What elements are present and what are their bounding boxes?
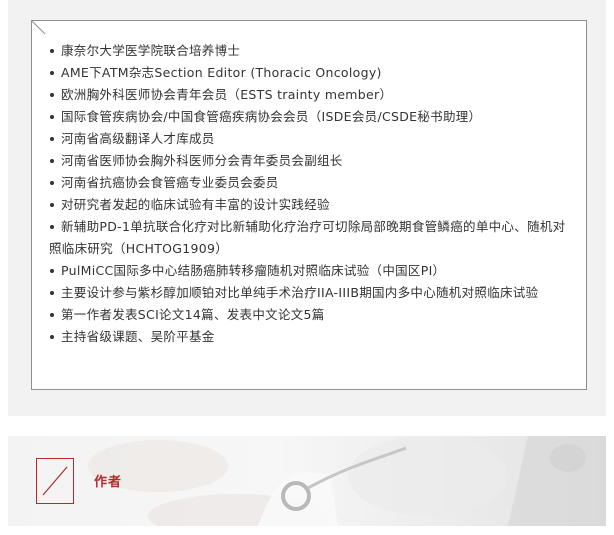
list-item: 河南省医师协会胸外科医师分会青年委员会副组长 [49, 150, 569, 172]
bullet-icon [50, 334, 54, 339]
list-item: 国际食管疾病协会/中国食管癌疾病协会会员（ISDE会员/CSDE秘书助理） [49, 106, 569, 128]
list-item: 新辅助PD-1单抗联合化疗对比新辅助化疗治疗可切除局部晚期食管鳞癌的单中心、随机… [49, 216, 569, 260]
bullet-icon [50, 136, 54, 141]
bullet-icon [50, 158, 54, 163]
list-item: PulMiCC国际多中心结肠癌肺转移瘤随机对照临床试验（中国区PI） [49, 260, 569, 282]
list-item-text: 新辅助PD-1单抗联合化疗对比新辅助化疗治疗可切除局部晚期食管鳞癌的单中心、随机… [49, 219, 566, 256]
corner-slash-decoration [31, 20, 46, 35]
list-item-text: 欧洲胸外科医师协会青年会员（ESTS trainty member） [61, 87, 393, 102]
bio-list: 康奈尔大学医学院联合培养博士 AME下ATM杂志Section Editor (… [49, 40, 569, 348]
list-item-text: 主要设计参与紫杉醇加顺铂对比单纯手术治疗IIA-IIIB期国内多中心随机对照临床… [61, 285, 539, 300]
list-item-text: 康奈尔大学医学院联合培养博士 [61, 43, 241, 58]
bullet-icon [50, 92, 54, 97]
list-item-text: 河南省医师协会胸外科医师分会青年委员会副组长 [61, 153, 343, 168]
bullet-icon [50, 180, 54, 185]
bio-panel-background: 康奈尔大学医学院联合培养博士 AME下ATM杂志Section Editor (… [8, 0, 606, 416]
list-item: 主要设计参与紫杉醇加顺铂对比单纯手术治疗IIA-IIIB期国内多中心随机对照临床… [49, 282, 569, 304]
list-item: 康奈尔大学医学院联合培养博士 [49, 40, 569, 62]
author-slash-icon [36, 458, 74, 504]
bullet-icon [50, 48, 54, 53]
list-item: AME下ATM杂志Section Editor (Thoracic Oncolo… [49, 62, 569, 84]
bullet-icon [50, 224, 54, 229]
bullet-icon [50, 114, 54, 119]
author-section-title: 作者 [94, 475, 123, 490]
list-item-text: 河南省抗癌协会食管癌专业委员会委员 [61, 175, 279, 190]
bullet-icon [50, 202, 54, 207]
list-item: 欧洲胸外科医师协会青年会员（ESTS trainty member） [49, 84, 569, 106]
bio-card: 康奈尔大学医学院联合培养博士 AME下ATM杂志Section Editor (… [31, 20, 587, 390]
bullet-icon [50, 70, 54, 75]
list-item-text: 对研究者发起的临床试验有丰富的设计实践经验 [61, 197, 330, 212]
list-item-text: 主持省级课题、吴阶平基金 [61, 329, 215, 344]
slash-icon [42, 466, 68, 496]
list-item-text: AME下ATM杂志Section Editor (Thoracic Oncolo… [61, 65, 382, 80]
bullet-icon [50, 290, 54, 295]
list-item: 第一作者发表SCI论文14篇、发表中文论文5篇 [49, 304, 569, 326]
bullet-icon [50, 268, 54, 273]
list-item: 河南省高级翻译人才库成员 [49, 128, 569, 150]
list-item-text: PulMiCC国际多中心结肠癌肺转移瘤随机对照临床试验（中国区PI） [61, 263, 446, 278]
list-item-text: 河南省高级翻译人才库成员 [61, 131, 215, 146]
list-item: 河南省抗癌协会食管癌专业委员会委员 [49, 172, 569, 194]
list-item-text: 第一作者发表SCI论文14篇、发表中文论文5篇 [61, 307, 325, 322]
list-item-text: 国际食管疾病协会/中国食管癌疾病协会会员（ISDE会员/CSDE秘书助理） [61, 109, 482, 124]
author-banner: 作者 [8, 436, 606, 526]
list-item: 主持省级课题、吴阶平基金 [49, 326, 569, 348]
list-item: 对研究者发起的临床试验有丰富的设计实践经验 [49, 194, 569, 216]
bullet-icon [50, 312, 54, 317]
